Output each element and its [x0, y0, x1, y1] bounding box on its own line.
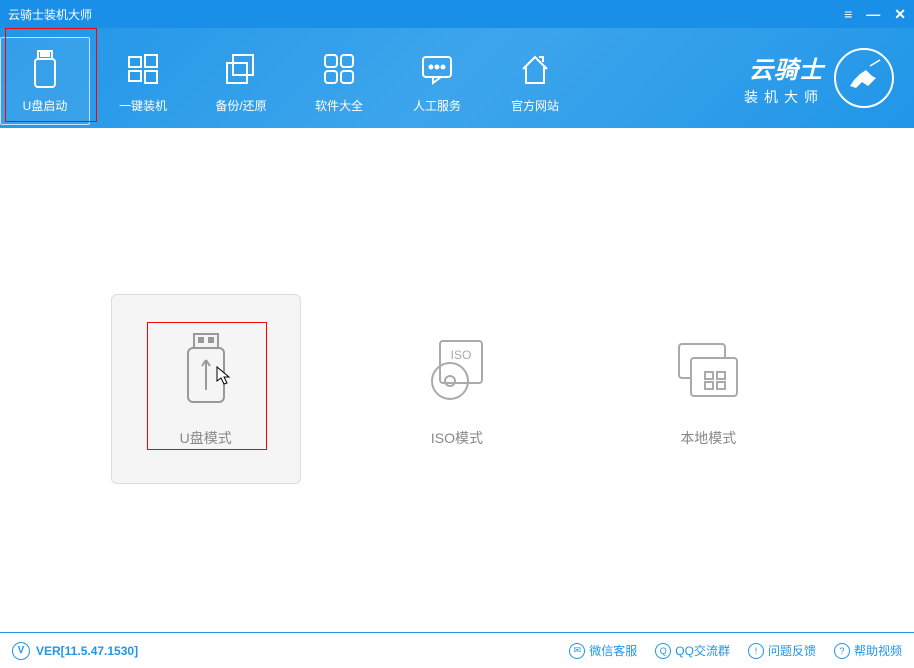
- header-nav: U盘启动 一键装机 备份/还原: [0, 28, 914, 128]
- local-icon: [668, 330, 748, 410]
- nav-human-service[interactable]: 人工服务: [392, 37, 482, 125]
- footer: V VER[11.5.47.1530] ✉ 微信客服 Q QQ交流群 ! 问题反…: [0, 632, 914, 668]
- nav-label: 一键装机: [119, 97, 167, 114]
- apps-icon: [319, 49, 359, 89]
- mode-usb[interactable]: U盘模式: [111, 294, 301, 484]
- nav-software-all[interactable]: 软件大全: [294, 37, 384, 125]
- brand-text: 云骑士 装机大师: [744, 50, 824, 107]
- chat-icon: [417, 49, 457, 89]
- brand-logo-icon: [834, 48, 894, 108]
- footer-links: ✉ 微信客服 Q QQ交流群 ! 问题反馈 ? 帮助视频: [569, 642, 902, 659]
- footer-link-label: 微信客服: [589, 642, 637, 659]
- home-icon: [515, 49, 555, 89]
- qq-icon: Q: [655, 643, 671, 659]
- footer-qq[interactable]: Q QQ交流群: [655, 642, 730, 659]
- footer-feedback[interactable]: ! 问题反馈: [748, 642, 816, 659]
- main-content: U盘模式 ISO ISO模式: [0, 128, 914, 632]
- titlebar: 云骑士装机大师 ≡ — ✕: [0, 0, 914, 28]
- wechat-icon: ✉: [569, 643, 585, 659]
- windows-icon: [123, 49, 163, 89]
- nav-label: U盘启动: [23, 97, 68, 114]
- version-icon: V: [12, 642, 30, 660]
- nav-label: 官方网站: [511, 97, 559, 114]
- nav-label: 备份/还原: [215, 97, 266, 114]
- mode-local[interactable]: 本地模式: [613, 294, 803, 484]
- minimize-button[interactable]: —: [866, 6, 880, 22]
- footer-link-label: 问题反馈: [768, 642, 816, 659]
- window-title: 云骑士装机大师: [8, 6, 92, 23]
- nav-one-click-install[interactable]: 一键装机: [98, 37, 188, 125]
- mode-cards: U盘模式 ISO ISO模式: [0, 294, 914, 484]
- footer-link-label: QQ交流群: [675, 642, 730, 659]
- nav-list: U盘启动 一键装机 备份/还原: [0, 28, 580, 128]
- footer-link-label: 帮助视频: [854, 642, 902, 659]
- nav-label: 软件大全: [315, 97, 363, 114]
- version-info: V VER[11.5.47.1530]: [12, 642, 138, 660]
- mode-iso[interactable]: ISO ISO模式: [362, 294, 552, 484]
- mode-label: ISO模式: [431, 428, 483, 448]
- brand: 云骑士 装机大师: [744, 48, 894, 108]
- version-text: VER[11.5.47.1530]: [36, 644, 138, 658]
- mode-label: U盘模式: [180, 428, 232, 448]
- nav-label: 人工服务: [413, 97, 461, 114]
- mode-label: 本地模式: [680, 428, 736, 448]
- menu-button[interactable]: ≡: [844, 6, 852, 22]
- nav-official-website[interactable]: 官方网站: [490, 37, 580, 125]
- usb-large-icon: [166, 330, 246, 410]
- footer-wechat[interactable]: ✉ 微信客服: [569, 642, 637, 659]
- svg-text:ISO: ISO: [451, 348, 472, 362]
- brand-subtitle: 装机大师: [744, 87, 824, 107]
- brand-name: 云骑士: [749, 50, 824, 85]
- nav-usb-boot[interactable]: U盘启动: [0, 37, 90, 125]
- copy-icon: [221, 49, 261, 89]
- usb-icon: [25, 49, 65, 89]
- iso-icon: ISO: [417, 330, 497, 410]
- feedback-icon: !: [748, 643, 764, 659]
- footer-help[interactable]: ? 帮助视频: [834, 642, 902, 659]
- nav-backup-restore[interactable]: 备份/还原: [196, 37, 286, 125]
- close-button[interactable]: ✕: [894, 6, 906, 23]
- help-icon: ?: [834, 643, 850, 659]
- window-controls: ≡ — ✕: [844, 6, 906, 23]
